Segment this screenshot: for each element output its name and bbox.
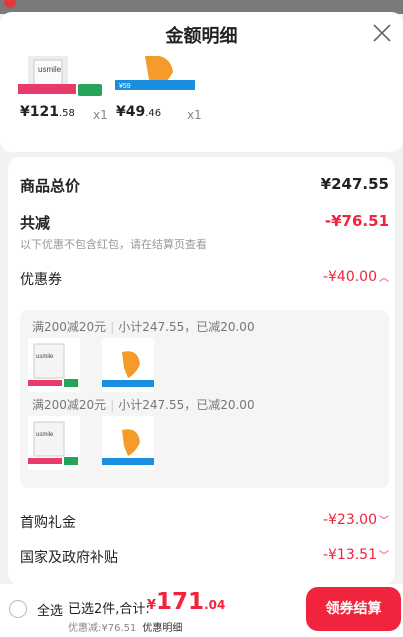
coupon-rule-line: 满200减20元 | 小计247.55，已减20.00	[32, 398, 255, 412]
chevron-up-icon: ︿	[379, 273, 389, 284]
sheet-header: 金额明细	[0, 12, 403, 56]
coupon-detail-box: 满200减20元 | 小计247.55，已减20.00 usmile 满200减…	[20, 310, 389, 488]
selected-count: 已选2件,合计:	[68, 602, 150, 617]
svg-text:usmile: usmile	[38, 65, 62, 74]
product-2-qty: x1	[187, 108, 202, 122]
svg-text:usmile: usmile	[36, 354, 54, 360]
coupon-product-thumb-usmile: usmile	[28, 338, 80, 392]
checkout-button[interactable]: 领券结算	[306, 587, 401, 631]
reduce-label: 共减	[20, 214, 51, 232]
product-image-usmile[interactable]: usmile	[18, 56, 106, 102]
app-badge-icon	[4, 0, 16, 8]
product-image-blue[interactable]: ¥59	[115, 56, 199, 102]
amount-detail-sheet: 金额明细 usmile ¥59 ¥121.58 x1 ¥49.46 x1 商品总…	[0, 12, 403, 637]
checkout-bar: 全选 已选2件,合计: ¥171.04 优惠减:¥76.51 优惠明细 领券结算	[0, 584, 403, 637]
subsidy-value[interactable]: -¥13.51 ﹀	[323, 547, 389, 563]
svg-text:usmile: usmile	[36, 432, 54, 438]
product-2-price: ¥49.46	[116, 104, 162, 120]
chevron-down-icon: ﹀	[379, 551, 389, 562]
coupon-rule-line: 满200减20元 | 小计247.55，已减20.00	[32, 320, 255, 334]
first-gift-value[interactable]: -¥23.00 ﹀	[323, 512, 389, 528]
discount-detail-link[interactable]: 优惠明细	[142, 623, 182, 634]
discount-line: 优惠减:¥76.51 优惠明细	[68, 623, 183, 634]
coupon-value[interactable]: -¥40.00 ︿	[323, 269, 389, 285]
select-all-radio[interactable]	[9, 600, 27, 618]
product-1-qty: x1	[93, 108, 108, 122]
select-all-label[interactable]: 全选	[37, 600, 63, 619]
reduce-note: 以下优惠不包含红包，请在结算页查看	[20, 238, 207, 251]
price-breakdown-card: 商品总价 ¥247.55 共减 -¥76.51 以下优惠不包含红包，请在结算页查…	[8, 157, 395, 585]
chevron-down-icon: ﹀	[379, 516, 389, 527]
coupon-label[interactable]: 优惠券	[20, 269, 62, 289]
subsidy-label[interactable]: 国家及政府补贴	[20, 547, 118, 567]
product-strip: usmile ¥59 ¥121.58 x1 ¥49.46 x1	[0, 56, 403, 152]
product-1-price: ¥121.58	[20, 104, 75, 120]
reduce-value: -¥76.51	[324, 212, 389, 230]
coupon-product-thumb-blue	[102, 338, 154, 392]
close-icon[interactable]	[371, 22, 393, 44]
goods-total-label: 商品总价	[20, 177, 81, 195]
sheet-title: 金额明细	[165, 26, 238, 47]
first-gift-label[interactable]: 首购礼金	[20, 512, 76, 532]
svg-text:¥59: ¥59	[119, 83, 131, 90]
coupon-product-thumb-usmile: usmile	[28, 416, 80, 470]
total-amount: ¥171.04	[147, 589, 226, 615]
coupon-product-thumb-blue	[102, 416, 154, 470]
goods-total-value: ¥247.55	[320, 175, 389, 193]
